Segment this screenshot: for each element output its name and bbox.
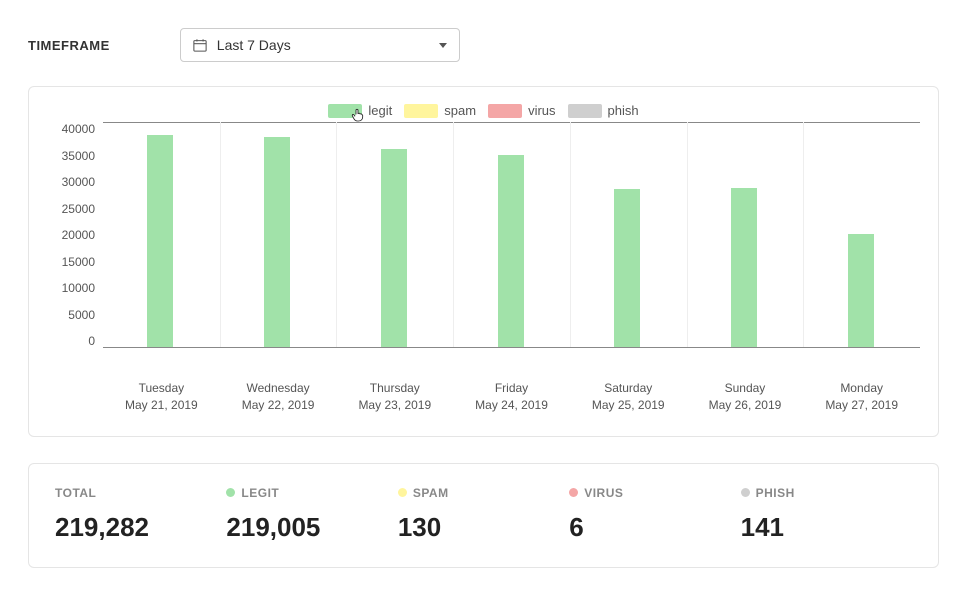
y-tick: 20000 xyxy=(62,228,95,242)
bar-legit[interactable] xyxy=(848,234,874,347)
bar-group xyxy=(498,155,524,347)
y-tick: 10000 xyxy=(62,281,95,295)
total-value: 219,005 xyxy=(226,512,397,543)
total-label-text: VIRUS xyxy=(584,486,623,500)
bar-group xyxy=(731,188,757,347)
legend-swatch-spam xyxy=(404,104,438,118)
y-axis: 40000 35000 30000 25000 20000 15000 10000 5000 0 xyxy=(47,122,103,348)
total-legit: LEGIT 219,005 xyxy=(226,486,397,543)
total-label-text: PHISH xyxy=(756,486,795,500)
y-tick: 35000 xyxy=(62,149,95,163)
bar-group xyxy=(614,189,640,347)
dot-icon xyxy=(741,488,750,497)
legend-item-phish[interactable]: phish xyxy=(568,103,639,118)
y-tick: 15000 xyxy=(62,255,95,269)
gridline-vertical xyxy=(803,122,804,347)
bar-legit[interactable] xyxy=(498,155,524,347)
bar-group xyxy=(848,234,874,347)
x-label: FridayMay 24, 2019 xyxy=(453,380,570,414)
gridline xyxy=(103,122,920,123)
legend-item-virus[interactable]: virus xyxy=(488,103,555,118)
legend-label: spam xyxy=(444,103,476,118)
bar-legit[interactable] xyxy=(614,189,640,347)
total-label-text: SPAM xyxy=(413,486,449,500)
total-value: 6 xyxy=(569,512,740,543)
chart-panel: legit spam virus phish 40000 35000 30000 25000… xyxy=(28,86,939,437)
total-value: 219,282 xyxy=(55,512,226,543)
x-label: TuesdayMay 21, 2019 xyxy=(103,380,220,414)
dot-icon xyxy=(569,488,578,497)
legend-label: legit xyxy=(368,103,392,118)
legend-swatch-phish xyxy=(568,104,602,118)
total-virus: VIRUS 6 xyxy=(569,486,740,543)
totals-panel: TOTAL 219,282 LEGIT219,005SPAM130VIRUS6P… xyxy=(28,463,939,568)
total-label-text: LEGIT xyxy=(241,486,279,500)
x-label: SaturdayMay 25, 2019 xyxy=(570,380,687,414)
bar-group xyxy=(264,137,290,347)
total-phish: PHISH 141 xyxy=(741,486,912,543)
legend-label: virus xyxy=(528,103,555,118)
legend-swatch-virus xyxy=(488,104,522,118)
x-label: MondayMay 27, 2019 xyxy=(803,380,920,414)
total-value: 141 xyxy=(741,512,912,543)
gridline-vertical xyxy=(687,122,688,347)
legend-item-legit[interactable]: legit xyxy=(328,103,392,118)
x-label: WednesdayMay 22, 2019 xyxy=(220,380,337,414)
bar-legit[interactable] xyxy=(147,135,173,347)
dot-icon xyxy=(226,488,235,497)
y-tick: 40000 xyxy=(62,122,95,136)
x-axis-labels: TuesdayMay 21, 2019WednesdayMay 22, 2019… xyxy=(103,380,920,414)
timeframe-select[interactable]: Last 7 Days xyxy=(180,28,460,62)
x-label: ThursdayMay 23, 2019 xyxy=(336,380,453,414)
x-label: SundayMay 26, 2019 xyxy=(687,380,804,414)
gridline-vertical xyxy=(453,122,454,347)
dot-icon xyxy=(398,488,407,497)
legend-item-spam[interactable]: spam xyxy=(404,103,476,118)
gridline-vertical xyxy=(570,122,571,347)
y-tick: 5000 xyxy=(68,308,95,322)
legend-swatch-legit xyxy=(328,104,362,118)
bar-group xyxy=(147,135,173,347)
bar-legit[interactable] xyxy=(264,137,290,347)
timeframe-label: TIMEFRAME xyxy=(28,38,110,53)
y-tick: 30000 xyxy=(62,175,95,189)
calendar-icon xyxy=(193,38,207,52)
y-tick: 25000 xyxy=(62,202,95,216)
gridline-vertical xyxy=(220,122,221,347)
bar-legit[interactable] xyxy=(731,188,757,347)
total-overall: TOTAL 219,282 xyxy=(55,486,226,543)
total-label: TOTAL xyxy=(55,486,96,500)
bar-group xyxy=(381,149,407,347)
chart-legend: legit spam virus phish xyxy=(47,103,920,118)
total-value: 130 xyxy=(398,512,569,543)
legend-label: phish xyxy=(608,103,639,118)
chart-plot xyxy=(103,122,920,348)
total-spam: SPAM 130 xyxy=(398,486,569,543)
caret-down-icon xyxy=(439,43,447,48)
bar-legit[interactable] xyxy=(381,149,407,347)
timeframe-selected: Last 7 Days xyxy=(217,37,291,53)
y-tick: 0 xyxy=(88,334,95,348)
gridline-vertical xyxy=(336,122,337,347)
